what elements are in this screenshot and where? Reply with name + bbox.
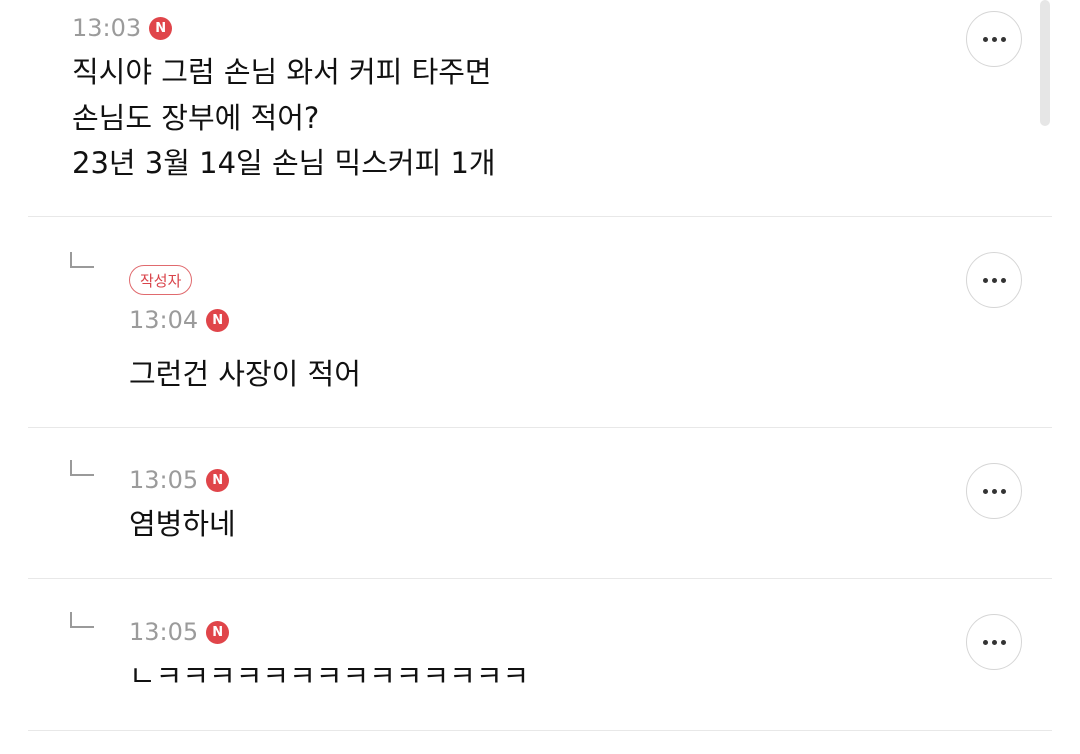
new-badge-icon: N: [206, 468, 230, 492]
comment-text: 그런건 사장이 적어: [129, 357, 361, 391]
comment-meta: 13:03 N: [72, 14, 173, 42]
comment-text-line: 직시야 그럼 손님 와서 커피 타주면: [72, 55, 492, 89]
comment-text-line: 23년 3월 14일 손님 믹스커피 1개: [72, 146, 496, 180]
comment-time: 13:03: [72, 14, 142, 42]
reply-arrow-icon: [70, 460, 94, 476]
comment-list: 13:03 N 직시야 그럼 손님 와서 커피 타주면 손님도 장부에 적어? …: [0, 0, 1080, 754]
more-options-button[interactable]: [966, 463, 1022, 519]
more-options-button[interactable]: [966, 11, 1022, 67]
new-badge-icon: N: [206, 620, 230, 644]
more-horizontal-icon: [982, 639, 1006, 645]
comment-time: 13:05: [129, 618, 199, 646]
more-options-button[interactable]: [966, 252, 1022, 308]
new-badge-icon: N: [149, 16, 173, 40]
comment-meta: 13:04 N: [129, 306, 230, 334]
divider: [28, 730, 1052, 731]
more-horizontal-icon: [982, 277, 1006, 283]
author-badge: 작성자: [129, 265, 193, 295]
divider: [28, 427, 1052, 428]
reply-arrow-icon: [70, 252, 94, 268]
comment-meta: 13:05 N: [129, 466, 230, 494]
comment-text: 염병하네: [129, 507, 236, 541]
comment-time: 13:05: [129, 466, 199, 494]
scrollbar[interactable]: [1040, 0, 1050, 126]
more-options-button[interactable]: [966, 614, 1022, 670]
comment-meta: 13:05 N: [129, 618, 230, 646]
divider: [28, 578, 1052, 579]
comment-time: 13:04: [129, 306, 199, 334]
divider: [28, 216, 1052, 217]
comment-text: ㄴㅋㅋㅋㅋㅋㅋㅋㅋㅋㅋㅋㅋㅋㅋ: [129, 659, 530, 693]
new-badge-icon: N: [206, 308, 230, 332]
more-horizontal-icon: [982, 488, 1006, 494]
comment-text-line: 손님도 장부에 적어?: [72, 101, 320, 135]
reply-arrow-icon: [70, 612, 94, 628]
more-horizontal-icon: [982, 36, 1006, 42]
